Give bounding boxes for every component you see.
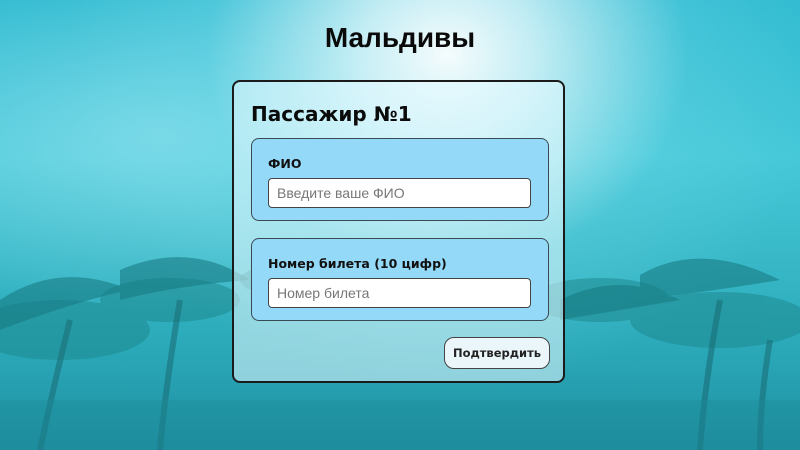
ticket-number-label: Номер билета (10 цифр) (268, 256, 447, 271)
passenger-form-card: Пассажир №1 ФИО Номер билета (10 цифр) П… (232, 80, 565, 383)
passenger-form-title: Пассажир №1 (251, 102, 412, 126)
ticket-number-input[interactable] (268, 278, 531, 308)
confirm-button[interactable]: Подтвердить (444, 337, 550, 369)
ticket-number-section: Номер билета (10 цифр) (251, 238, 549, 321)
full-name-input[interactable] (268, 178, 531, 208)
page-title: Мальдивы (324, 22, 476, 53)
full-name-section: ФИО (251, 138, 549, 221)
full-name-label: ФИО (268, 156, 302, 171)
